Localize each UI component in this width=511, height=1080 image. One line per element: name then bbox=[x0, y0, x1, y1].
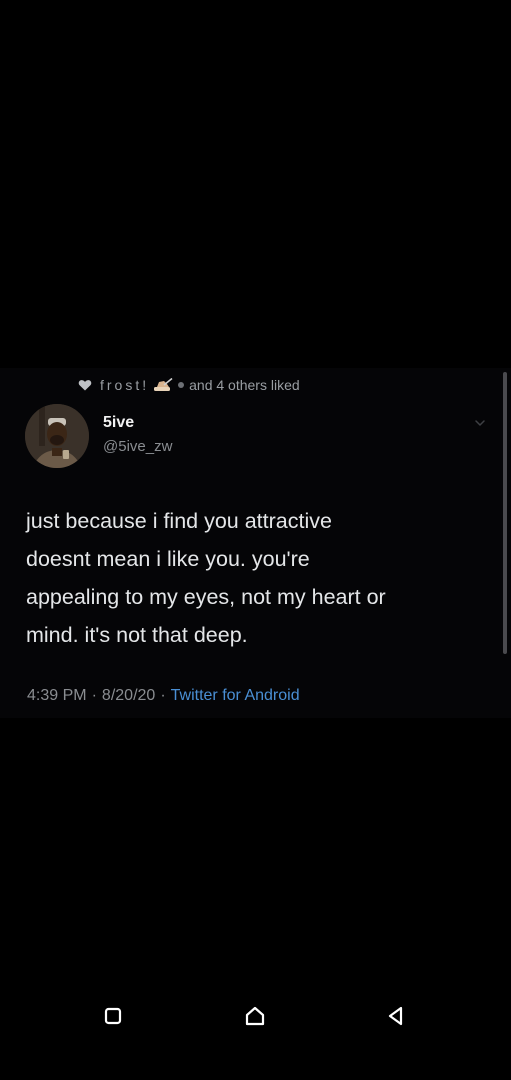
tweet-date: 8/20/20 bbox=[101, 687, 156, 704]
android-nav-bar bbox=[0, 990, 511, 1046]
tweet-line: appealing to my eyes, not my heart or bbox=[26, 585, 386, 609]
social-context[interactable]: frost! and 4 others liked bbox=[78, 376, 300, 394]
liker-name[interactable]: frost! bbox=[100, 377, 149, 393]
emoji-dot-icon bbox=[178, 382, 185, 388]
tweet-meta: 4:39 PM · 8/20/20 · Twitter for Android bbox=[27, 687, 300, 705]
scrollbar[interactable] bbox=[503, 372, 507, 654]
meta-separator: · bbox=[160, 687, 166, 704]
tweet-time: 4:39 PM bbox=[27, 687, 87, 704]
tweet-text: just because i find you attractive doesn… bbox=[26, 502, 491, 654]
tweet-line: mind. it's not that deep. bbox=[26, 623, 248, 647]
back-button[interactable] bbox=[384, 1004, 408, 1028]
home-button[interactable] bbox=[243, 1004, 267, 1028]
writing-hand-emoji-icon bbox=[153, 378, 173, 392]
square-icon bbox=[104, 1007, 122, 1025]
tweet-source-link[interactable]: Twitter for Android bbox=[171, 687, 300, 704]
avatar[interactable] bbox=[25, 404, 89, 468]
back-triangle-icon bbox=[388, 1006, 403, 1026]
social-context-suffix: and 4 others liked bbox=[189, 377, 300, 393]
recents-button[interactable] bbox=[101, 1004, 125, 1028]
chevron-down-icon[interactable] bbox=[473, 416, 487, 430]
handle[interactable]: @5ive_zw bbox=[103, 438, 172, 455]
display-name[interactable]: 5ive bbox=[103, 414, 134, 432]
tweet-line: doesnt mean i like you. you're bbox=[26, 547, 310, 571]
meta-separator: · bbox=[91, 687, 97, 704]
heart-icon bbox=[78, 378, 92, 392]
home-icon bbox=[245, 1006, 265, 1026]
tweet-line: just because i find you attractive bbox=[26, 509, 332, 533]
